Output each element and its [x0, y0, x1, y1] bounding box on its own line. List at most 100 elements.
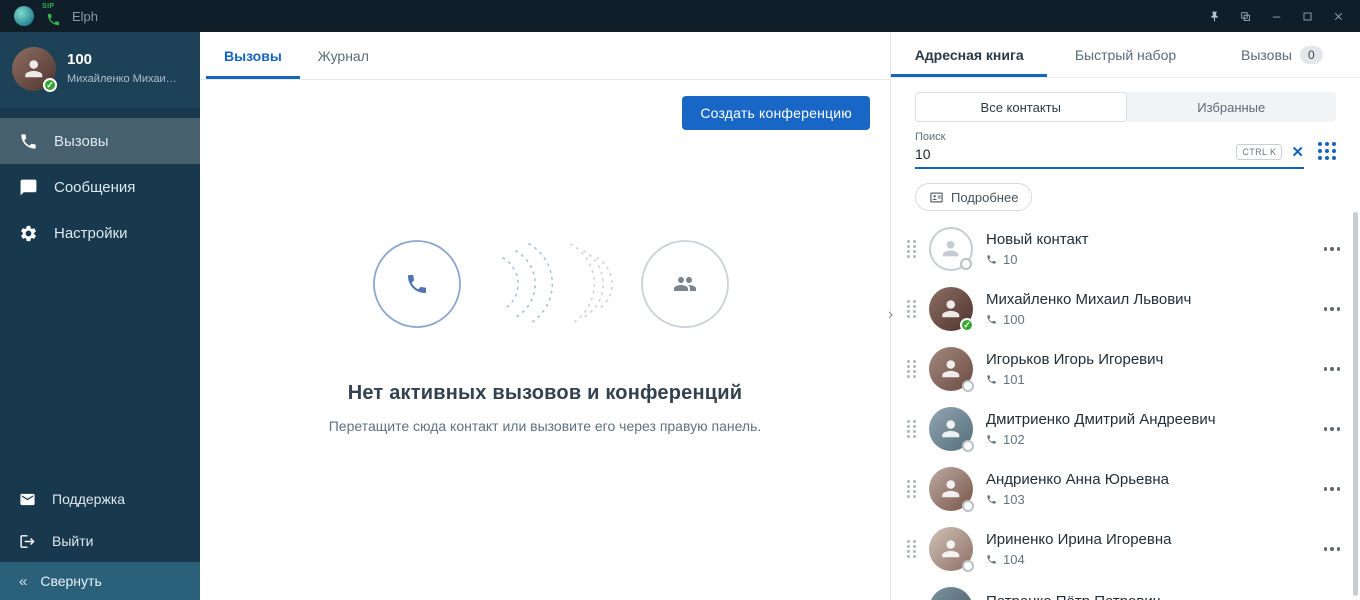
tab-label: Вызовы — [1241, 47, 1292, 63]
segment-all-contacts[interactable]: Все контакты — [915, 92, 1127, 122]
contact-row[interactable]: Новый контакт 10 — [891, 219, 1360, 279]
sidebar-item-support[interactable]: Поддержка — [0, 478, 200, 520]
search-input[interactable]: Поиск 10 CTRL K — [915, 131, 1304, 169]
create-conference-button[interactable]: Создать конференцию — [682, 96, 870, 130]
drag-handle-icon[interactable] — [907, 360, 916, 378]
drag-handle-icon[interactable] — [907, 300, 916, 318]
phone-icon — [986, 374, 997, 385]
user-extension: 100 — [67, 51, 92, 68]
contact-avatar — [929, 227, 973, 271]
contact-number: 103 — [1003, 492, 1025, 507]
tab-address-book[interactable]: Адресная книга — [891, 32, 1047, 77]
contact-row[interactable]: Ириненко Ирина Игоревна 104 — [891, 519, 1360, 579]
phone-icon — [986, 434, 997, 445]
drag-handle-icon[interactable] — [907, 480, 916, 498]
status-badge — [960, 258, 972, 270]
sidebar-item-logout[interactable]: Выйти — [0, 520, 200, 562]
tab-label: Адресная книга — [915, 47, 1024, 63]
sidebar-item-settings[interactable]: Настройки — [0, 210, 200, 256]
empty-state-title: Нет активных вызовов и конференций — [348, 382, 743, 405]
sidebar-item-messages[interactable]: Сообщения — [0, 164, 200, 210]
popout-button[interactable] — [1230, 3, 1261, 29]
calls-count-badge: 0 — [1300, 46, 1323, 64]
collapse-sidebar-button[interactable]: Свернуть — [0, 562, 200, 600]
clear-search-icon[interactable] — [1291, 145, 1304, 160]
contact-name: Михайленко Михаил Львович — [986, 291, 1314, 308]
more-options-icon[interactable] — [1322, 479, 1343, 499]
contact-avatar — [929, 587, 973, 600]
titlebar: SIP Elph — [0, 0, 1360, 32]
gear-icon — [19, 224, 38, 243]
contact-avatar — [929, 407, 973, 451]
contact-avatar — [929, 347, 973, 391]
more-options-icon[interactable] — [1322, 539, 1343, 559]
close-button[interactable] — [1323, 3, 1354, 29]
contact-row[interactable]: Дмитриенко Дмитрий Андреевич 102 — [891, 399, 1360, 459]
chat-icon — [19, 178, 38, 197]
drag-handle-icon[interactable] — [907, 540, 916, 558]
main-tabbar: Вызовы Журнал — [200, 32, 890, 80]
contact-name: Петренко Пётр Петрович — [986, 593, 1314, 600]
contact-name: Ириненко Ирина Игоревна — [986, 531, 1314, 548]
user-name: Михайленко Михаи… — [67, 73, 177, 85]
scrollbar[interactable] — [1353, 212, 1358, 596]
more-options-icon[interactable] — [1322, 419, 1343, 439]
sidebar-item-label: Выйти — [52, 533, 93, 549]
mail-icon — [19, 491, 36, 508]
panel-collapse-chevron[interactable] — [882, 300, 899, 330]
drag-handle-icon[interactable] — [907, 420, 916, 438]
pin-window-button[interactable] — [1199, 3, 1230, 29]
dialpad-icon[interactable] — [1318, 142, 1336, 169]
contact-number: 104 — [1003, 552, 1025, 567]
more-options-icon[interactable] — [1322, 299, 1343, 319]
sip-phone-icon: SIP — [42, 5, 66, 27]
tab-calls[interactable]: Вызовы — [206, 32, 300, 79]
right-panel-tabbar: Адресная книга Быстрый набор Вызовы 0 — [891, 32, 1360, 78]
contact-avatar — [929, 287, 973, 331]
shortcut-hint: CTRL K — [1236, 144, 1282, 160]
contact-number: 100 — [1003, 312, 1025, 327]
user-status-badge — [43, 78, 57, 92]
contact-card-icon — [929, 190, 944, 205]
drag-handle-icon[interactable] — [907, 240, 916, 258]
phone-icon — [986, 494, 997, 505]
tab-calls-right[interactable]: Вызовы 0 — [1204, 32, 1360, 77]
details-button[interactable]: Подробнее — [915, 183, 1032, 211]
contact-row[interactable]: Андриенко Анна Юрьевна 103 — [891, 459, 1360, 519]
phone-icon — [986, 254, 997, 265]
empty-calls-illustration — [355, 214, 735, 354]
contact-list: Новый контакт 10 Михайленко Михаил Львов… — [891, 219, 1360, 600]
contacts-panel: Адресная книга Быстрый набор Вызовы 0 Вс… — [891, 32, 1360, 600]
sidebar: 100 Михайленко Михаи… Вызовы Сообщения Н… — [0, 32, 200, 600]
search-label: Поиск — [915, 131, 1304, 143]
collapse-label: Свернуть — [40, 573, 101, 589]
sidebar-item-label: Сообщения — [54, 179, 135, 196]
minimize-button[interactable] — [1261, 3, 1292, 29]
contact-number: 10 — [1003, 252, 1017, 267]
sidebar-item-label: Вызовы — [54, 133, 109, 150]
contact-avatar — [929, 467, 973, 511]
empty-state-subtitle: Перетащите сюда контакт или вызовите его… — [329, 418, 762, 434]
app-logo-icon — [14, 6, 34, 26]
contact-row[interactable]: Михайленко Михаил Львович 100 — [891, 279, 1360, 339]
tab-speed-dial[interactable]: Быстрый набор — [1047, 32, 1203, 77]
more-options-icon[interactable] — [1322, 239, 1343, 259]
sidebar-item-label: Поддержка — [52, 491, 125, 507]
main-panel: Вызовы Журнал Создать конференцию — [200, 32, 891, 600]
contact-number: 101 — [1003, 372, 1025, 387]
user-profile[interactable]: 100 Михайленко Михаи… — [0, 32, 200, 108]
contact-name: Новый контакт — [986, 231, 1314, 248]
contacts-filter-segmented: Все контакты Избранные — [915, 92, 1336, 122]
contact-row[interactable]: Петренко Пётр Петрович — [891, 579, 1360, 600]
more-options-icon[interactable] — [1322, 359, 1343, 379]
app-title: Elph — [72, 9, 98, 24]
segment-favorites[interactable]: Избранные — [1127, 92, 1337, 122]
tab-label: Вызовы — [224, 48, 282, 64]
status-badge — [962, 560, 974, 572]
tab-label: Быстрый набор — [1075, 47, 1176, 63]
logout-icon — [19, 533, 36, 550]
contact-row[interactable]: Игорьков Игорь Игоревич 101 — [891, 339, 1360, 399]
tab-journal[interactable]: Журнал — [300, 32, 387, 79]
sidebar-item-calls[interactable]: Вызовы — [0, 118, 200, 164]
maximize-button[interactable] — [1292, 3, 1323, 29]
